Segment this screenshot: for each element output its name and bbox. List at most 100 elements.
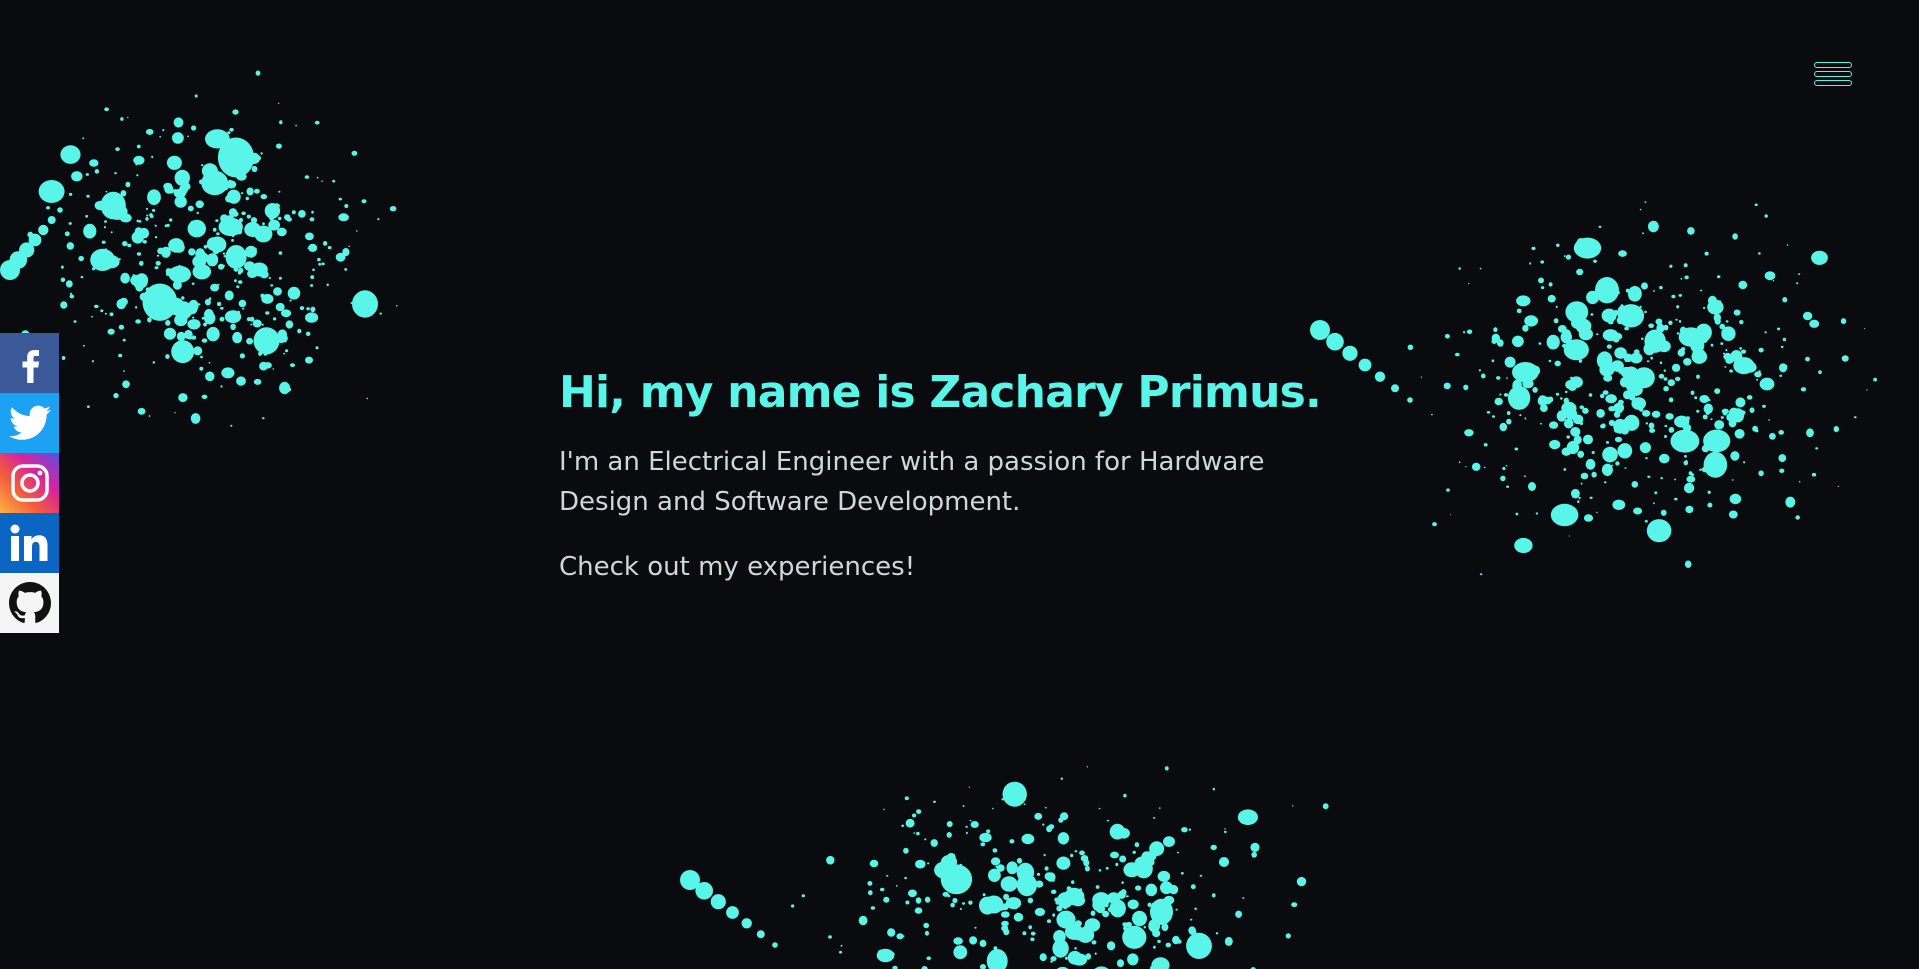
paint-drop	[111, 206, 114, 208]
paint-drop	[165, 268, 171, 274]
paint-drop	[1056, 856, 1071, 870]
paint-drop	[146, 214, 149, 217]
paint-drop	[315, 346, 319, 350]
paint-drop	[1582, 407, 1589, 414]
paint-drop	[940, 855, 958, 869]
paint-drop	[1242, 897, 1245, 899]
paint-drop	[173, 270, 178, 275]
paint-drop	[1496, 376, 1501, 380]
twitter-link[interactable]	[0, 393, 59, 453]
paint-drop	[1691, 473, 1694, 477]
paint-drop	[203, 322, 207, 327]
paint-drop	[1194, 907, 1197, 911]
paint-drop	[216, 301, 222, 307]
paint-drop	[1374, 371, 1386, 382]
paint-drop	[1050, 960, 1053, 963]
paint-drop	[1505, 377, 1508, 379]
paint-drop	[1079, 888, 1083, 891]
twitter-icon	[8, 405, 51, 440]
paint-drop	[1030, 937, 1035, 942]
paint-drop	[1623, 414, 1640, 431]
paint-drop	[1668, 320, 1673, 325]
paint-drop	[1728, 510, 1738, 519]
paint-drop	[1122, 911, 1125, 914]
paint-drop	[68, 192, 73, 196]
paint-drop	[104, 248, 108, 252]
paint-drop	[1841, 355, 1849, 362]
paint-drop	[1106, 819, 1109, 822]
paint-drop	[1583, 514, 1594, 522]
paint-drop	[1159, 807, 1161, 809]
paint-drop	[695, 882, 713, 900]
paint-drop	[154, 224, 157, 227]
paint-drop	[1001, 920, 1009, 927]
paint-drop	[1199, 874, 1203, 877]
paint-drop	[206, 237, 220, 251]
github-link[interactable]	[0, 573, 59, 633]
paint-drop	[979, 939, 987, 948]
paint-drop	[1754, 371, 1762, 378]
paint-drop	[1572, 317, 1578, 322]
paint-drop	[233, 266, 239, 272]
paint-drop	[224, 290, 234, 301]
paint-drop	[1704, 251, 1709, 256]
paint-drop	[1044, 872, 1054, 881]
paint-drop	[1712, 442, 1715, 445]
paint-drop	[1613, 337, 1620, 343]
paint-drop	[1620, 304, 1624, 308]
paint-drop	[1560, 330, 1573, 344]
paint-drop	[1666, 344, 1670, 348]
paint-drop	[1057, 892, 1074, 909]
paint-drop	[1160, 881, 1173, 895]
instagram-link[interactable]	[0, 453, 59, 513]
paint-drop	[1667, 379, 1676, 387]
paint-drop	[1778, 430, 1784, 435]
paint-drop	[1143, 926, 1147, 929]
paint-drop	[1722, 352, 1726, 355]
paint-drop	[338, 197, 342, 201]
hamburger-menu-button[interactable]	[1812, 58, 1856, 96]
paint-drop	[356, 230, 358, 232]
hero-cta[interactable]: Check out my experiences!	[559, 547, 1319, 587]
paint-drop	[1074, 933, 1082, 941]
paint-drop	[989, 952, 1000, 963]
paint-drop	[886, 875, 889, 877]
paint-drop	[1537, 395, 1548, 407]
paint-drop	[1644, 201, 1647, 204]
paint-drop	[1628, 415, 1638, 426]
paint-drop	[1675, 318, 1678, 321]
social-sidebar	[0, 333, 59, 633]
linkedin-link[interactable]	[0, 513, 59, 573]
paint-drop	[1565, 379, 1578, 390]
paint-drop	[1065, 923, 1083, 940]
paint-drop	[1084, 918, 1101, 932]
paint-drop	[952, 882, 959, 888]
paint-drop	[119, 213, 132, 223]
paint-drop	[109, 199, 114, 203]
paint-drop	[1188, 828, 1192, 831]
paint-drop	[1102, 910, 1110, 918]
paint-drop	[322, 241, 328, 246]
paint-drop	[1653, 502, 1655, 505]
paint-drop	[924, 896, 931, 903]
paint-drop	[246, 317, 252, 322]
paint-drop	[896, 933, 904, 940]
paint-drop	[131, 231, 144, 244]
paint-drop	[1119, 855, 1127, 863]
facebook-link[interactable]	[0, 333, 59, 393]
paint-drop	[263, 352, 268, 356]
paint-drop	[85, 173, 90, 176]
paint-drop	[1014, 906, 1018, 910]
paint-drop	[1747, 395, 1752, 400]
paint-drop	[1557, 325, 1567, 333]
paint-drop	[65, 280, 73, 288]
paint-drop	[225, 195, 233, 203]
paint-drop	[142, 283, 178, 321]
paint-drop	[1701, 466, 1708, 473]
paint-drop	[184, 314, 189, 319]
paint-drop	[1512, 383, 1517, 389]
paint-drop	[1074, 850, 1078, 853]
paint-drop	[183, 271, 190, 277]
paint-drop	[201, 316, 205, 320]
paint-drop	[269, 215, 275, 221]
